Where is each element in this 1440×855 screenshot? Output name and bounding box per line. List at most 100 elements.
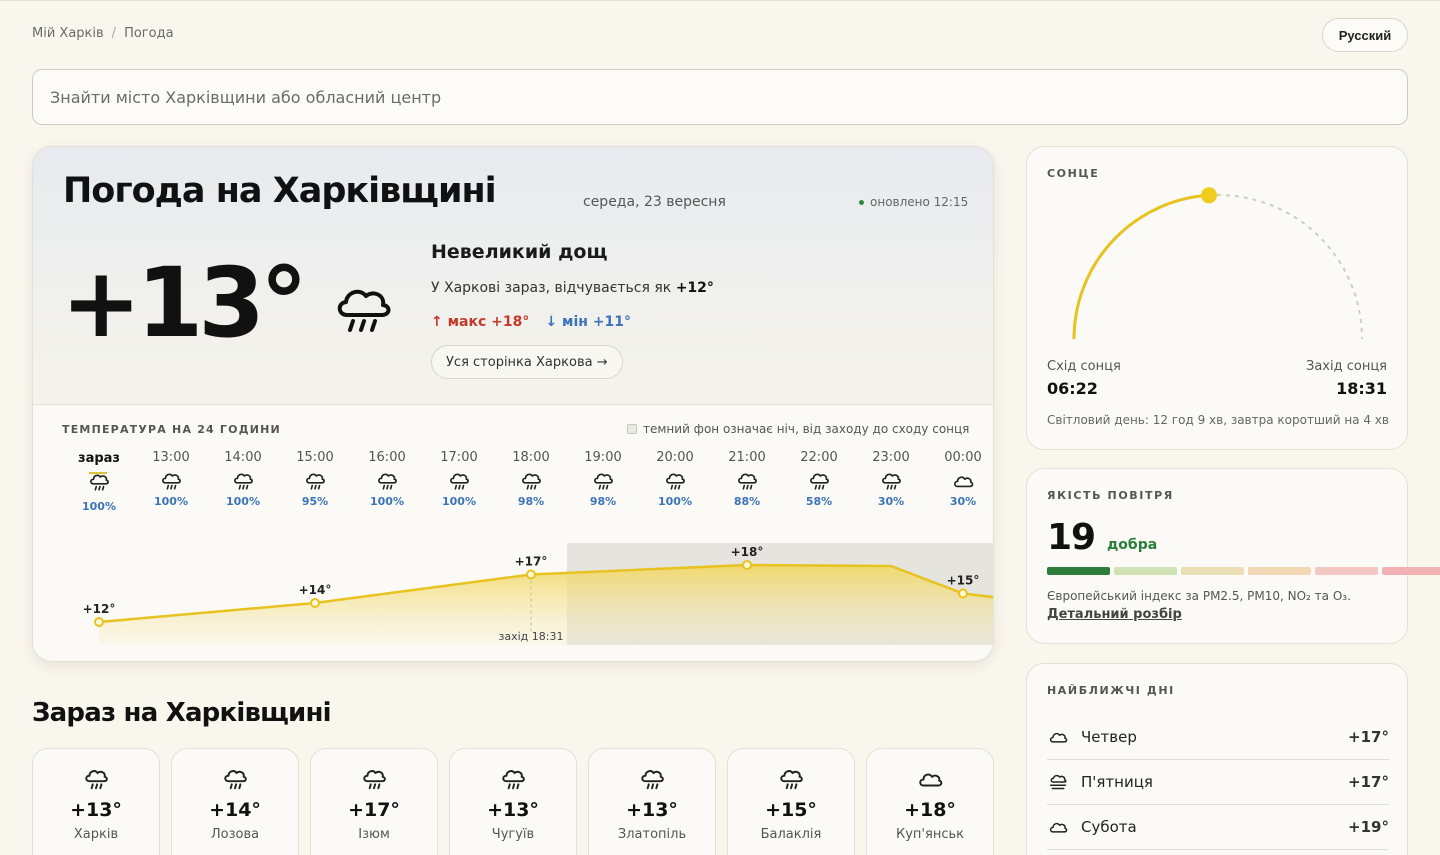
current-weather-hero: Погода на Харківщині середа, 23 вересня … — [33, 147, 993, 405]
city-name: Чугуїв — [491, 827, 535, 842]
cloud-rain-icon — [361, 767, 387, 791]
hour-precip: 98% — [517, 495, 545, 508]
city-temperature: +13° — [626, 799, 678, 821]
temperature-label: +18° — [731, 545, 764, 559]
feels-like-prefix: У Харкові зараз, відчувається як — [431, 280, 672, 296]
hour-time: 19:00 — [584, 450, 622, 465]
language-switch-button[interactable]: Русский — [1322, 18, 1408, 52]
aqi-value: 19 — [1047, 517, 1096, 558]
hour-column: 13:00 100% — [141, 450, 201, 508]
hour-time: 18:00 — [512, 450, 550, 465]
cloud-rain-icon — [639, 767, 665, 791]
updated-time: оновлено 12:15 — [870, 195, 969, 209]
city-card[interactable]: +13° Чугуїв — [449, 748, 577, 855]
hour-precip: 100% — [658, 495, 692, 508]
night-legend-swatch — [627, 424, 637, 434]
cloud-rain-icon — [448, 471, 470, 491]
temperature-label: +17° — [515, 555, 548, 569]
cloud-rain-icon — [222, 767, 248, 791]
air-quality-card: ЯКІСТЬ ПОВІТРЯ 19 добра Європейський інд… — [1026, 468, 1440, 644]
city-name: Балаклія — [760, 827, 822, 842]
city-name: Златопіль — [617, 827, 687, 842]
hour-column: 18:00 98% — [501, 450, 561, 508]
city-temperature: +17° — [348, 799, 400, 821]
hour-time: 14:00 — [224, 450, 262, 465]
hour-column: 15:00 95% — [285, 450, 345, 508]
hour-precip: 30% — [877, 495, 905, 508]
temperature-point — [526, 569, 536, 580]
city-search-input[interactable] — [50, 87, 1390, 107]
cloud-rain-icon — [500, 767, 526, 791]
sun-path-elapsed — [1072, 193, 1210, 340]
hour-column: 21:00 88% — [717, 450, 777, 508]
city-temperature: +13° — [487, 799, 539, 821]
hour-time: 21:00 — [728, 450, 766, 465]
status-dot-icon — [859, 199, 864, 205]
city-temperature: +15° — [765, 799, 817, 821]
cloud-rain-icon — [160, 471, 182, 491]
day-temperature: +17° — [1348, 773, 1389, 791]
current-weather-card: Погода на Харківщині середа, 23 вересня … — [32, 146, 994, 662]
day-row[interactable]: Субота +19° — [1047, 805, 1389, 850]
min-temperature: ↓ мін +11° — [545, 314, 631, 330]
day-row[interactable]: Четвер +17° — [1047, 715, 1389, 760]
aqi-scale — [1047, 567, 1440, 575]
hour-time: 16:00 — [368, 450, 406, 465]
cloud-rain-icon — [736, 471, 758, 491]
updated-status: оновлено 12:15 — [859, 195, 968, 209]
hour-precip: 95% — [301, 495, 329, 508]
current-date: середа, 23 вересня — [583, 194, 726, 210]
hour-precip: 100% — [154, 495, 188, 508]
hour-precip: 100% — [370, 495, 404, 508]
aqi-scale-segment — [1047, 567, 1110, 575]
cloud-rain-icon — [232, 471, 254, 491]
cloud-rain-icon — [304, 471, 326, 491]
aqi-scale-segment — [1181, 567, 1244, 575]
breadcrumb-separator: / — [111, 26, 117, 41]
cloud-rain-icon — [376, 471, 398, 491]
aqi-description: Європейський індекс за PM2.5, PM10, NO₂ … — [1047, 589, 1351, 603]
breadcrumb-home-link[interactable]: Мій Харків — [32, 26, 104, 41]
fog-icon — [1047, 773, 1069, 791]
day-row[interactable]: П'ятниця +17° — [1047, 760, 1389, 805]
city-name: Лозова — [210, 827, 260, 842]
city-card[interactable]: +17° Ізюм — [310, 748, 438, 855]
night-legend-text: темний фон означає ніч, від заходу до сх… — [643, 422, 970, 436]
hour-time: 20:00 — [656, 450, 694, 465]
city-card[interactable]: +13° Златопіль — [588, 748, 716, 855]
aqi-details-link[interactable]: Детальний розбір — [1047, 607, 1182, 622]
top-divider — [0, 0, 1440, 1]
page-title: Погода на Харківщині — [63, 171, 497, 211]
temperature-point — [94, 617, 104, 627]
cloud-rain-icon — [778, 767, 804, 791]
city-card[interactable]: +13° Харків — [32, 748, 160, 855]
hour-precip: 98% — [589, 495, 617, 508]
sunset-time: 18:31 — [1336, 379, 1387, 398]
cloud-rain-icon — [88, 472, 110, 492]
feels-like: У Харкові зараз, відчувається як +12° — [431, 280, 714, 296]
temperature-point — [310, 598, 320, 608]
cloud-rain-icon — [592, 471, 614, 491]
hour-precip: 100% — [442, 495, 476, 508]
hour-column: 17:00 100% — [429, 450, 489, 508]
hour-time: 22:00 — [800, 450, 838, 465]
cloud-rain-icon — [337, 289, 391, 332]
cloud-icon — [952, 471, 974, 491]
sun-path-remaining — [1073, 194, 1363, 340]
city-card[interactable]: +15° Балаклія — [727, 748, 855, 855]
max-temperature: ↑ макс +18° — [431, 314, 530, 330]
day-name: П'ятниця — [1081, 773, 1153, 791]
temperature-label: +14° — [299, 583, 332, 597]
city-card[interactable]: +14° Лозова — [171, 748, 299, 855]
city-card[interactable]: +18° Куп'янськ — [866, 748, 994, 855]
kharkiv-page-link[interactable]: Уся сторінка Харкова → — [431, 345, 623, 379]
sunset-label: Захід сонця — [1306, 359, 1387, 374]
sun-card: СОНЦЕ Схід сонця 06:22 Захід сонця 18:31… — [1026, 146, 1408, 450]
sunrise-time: 06:22 — [1047, 379, 1098, 398]
night-legend: темний фон означає ніч, від заходу до сх… — [627, 422, 969, 436]
city-temperature: +18° — [904, 799, 956, 821]
cloud-rain-icon — [83, 767, 109, 791]
cloud-rain-icon — [664, 471, 686, 491]
day-name: Субота — [1081, 818, 1137, 836]
cloud-icon — [1047, 728, 1069, 746]
